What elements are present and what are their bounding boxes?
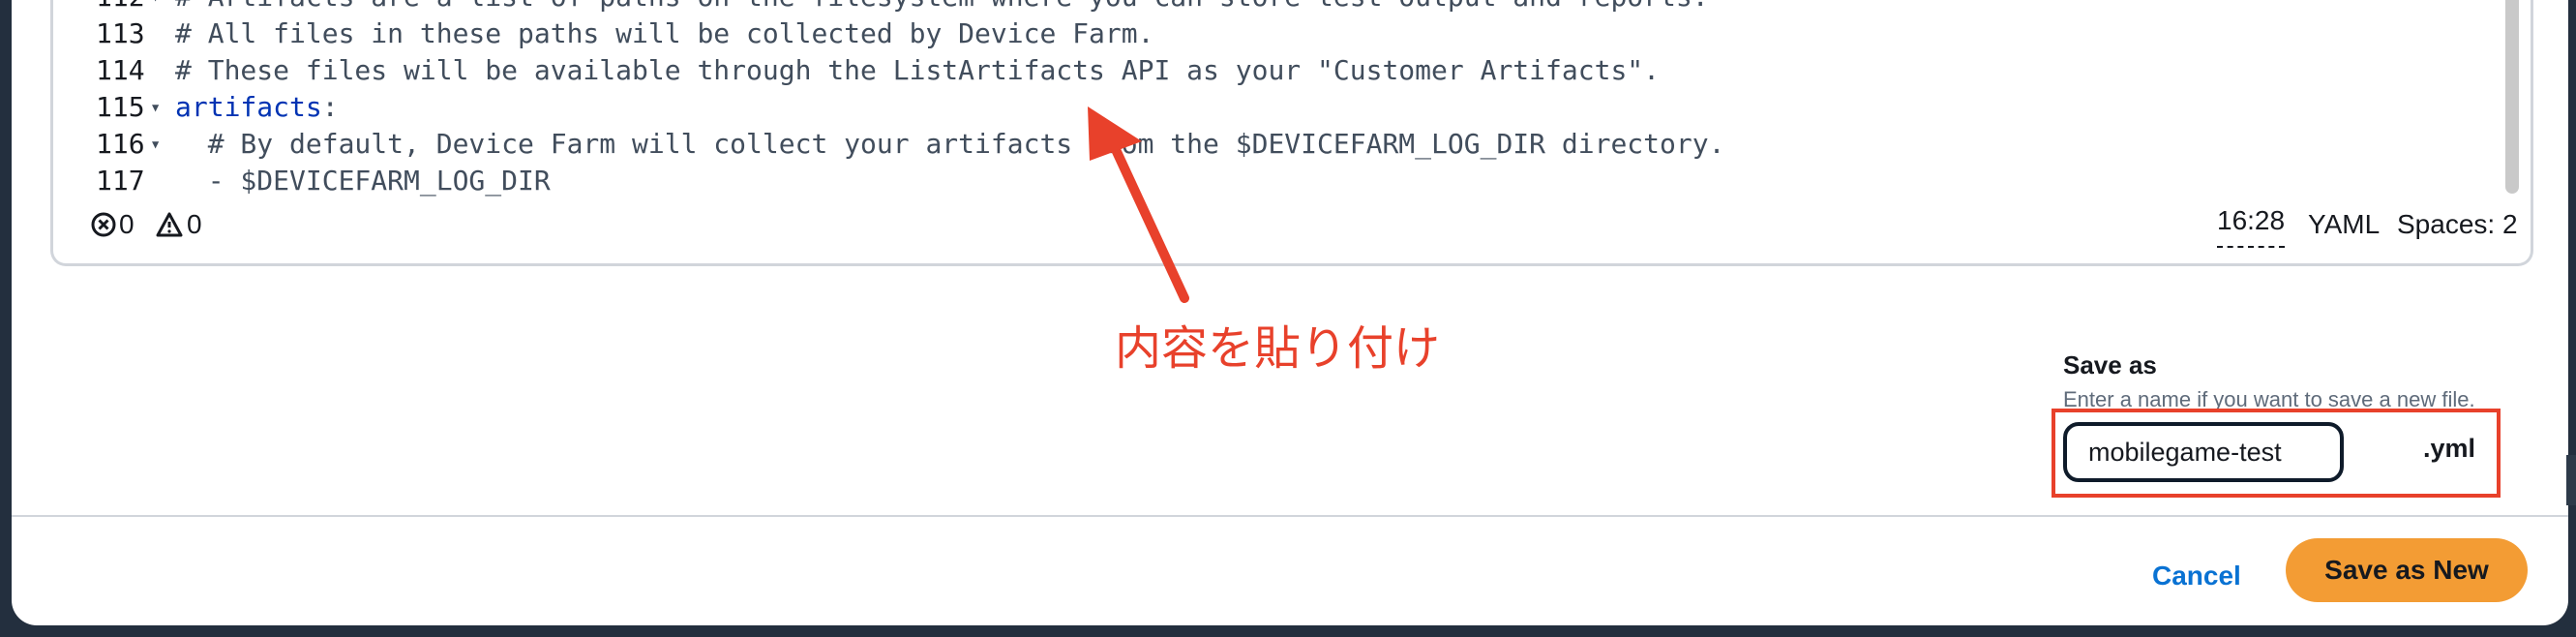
line-number: 113 — [96, 17, 145, 49]
code-line: artifacts: — [175, 89, 339, 126]
cursor-position[interactable]: 16:28 — [2217, 203, 2286, 248]
save-as-label: Save as — [2063, 350, 2157, 379]
edit-testspec-modal: 112 ▼ 113 114 115 ▼ 116 ▼ 117 # Artifact… — [12, 0, 2568, 625]
footer-divider — [12, 515, 2568, 517]
code-line: # All files in these paths will be colle… — [175, 17, 1154, 49]
error-icon — [91, 212, 116, 237]
indent-spaces[interactable]: Spaces: 2 — [2397, 203, 2518, 246]
gutter-line: 113 — [53, 15, 169, 52]
code-line: # These files will be available through … — [175, 54, 1661, 86]
line-number: 112 — [96, 0, 145, 15]
gutter-line: 115 ▼ — [53, 89, 169, 126]
annotation-label: 内容を貼り付け — [1115, 321, 1441, 376]
fold-arrow-icon[interactable]: ▼ — [152, 89, 159, 126]
editor-status-bar: 0 0 16:28 YAML Spaces: 2 — [53, 203, 2531, 248]
line-number: 115 — [96, 91, 145, 123]
code-line: # Artifacts are a list of paths on the f… — [175, 0, 1709, 15]
gutter-line: 112 ▼ — [53, 0, 169, 15]
line-number: 114 — [96, 54, 145, 86]
fold-arrow-icon[interactable]: ▼ — [152, 0, 159, 15]
line-number: 116 — [96, 128, 145, 160]
background-page-edge — [2566, 455, 2576, 505]
code-content[interactable]: # Artifacts are a list of paths on the f… — [175, 0, 2498, 197]
code-line: - $DEVICEFARM_LOG_DIR — [175, 165, 551, 197]
yaml-key: artifacts — [175, 91, 322, 123]
fold-arrow-icon[interactable]: ▼ — [152, 126, 159, 163]
gutter-line: 116 ▼ — [53, 126, 169, 163]
file-extension-label: .yml — [2423, 434, 2476, 463]
gutter-line: 117 — [53, 163, 169, 199]
line-number: 117 — [96, 165, 145, 197]
cancel-button[interactable]: Cancel — [2139, 546, 2255, 606]
line-number-gutter: 112 ▼ 113 114 115 ▼ 116 ▼ 117 — [53, 0, 169, 197]
warning-icon — [156, 212, 183, 237]
warning-count[interactable]: 0 — [187, 203, 202, 246]
code-editor[interactable]: 112 ▼ 113 114 115 ▼ 116 ▼ 117 # Artifact… — [50, 0, 2533, 266]
language-mode[interactable]: YAML — [2308, 203, 2380, 246]
filename-input[interactable]: mobilegame-test — [2063, 422, 2344, 482]
yaml-colon: : — [321, 91, 339, 123]
annotation-arrow — [1088, 106, 1189, 303]
error-count[interactable]: 0 — [119, 203, 135, 246]
code-line: # By default, Device Farm will collect y… — [175, 128, 1725, 160]
gutter-line: 114 — [53, 52, 169, 89]
editor-scrollbar[interactable] — [2505, 0, 2519, 194]
save-as-new-button[interactable]: Save as New — [2286, 538, 2528, 602]
